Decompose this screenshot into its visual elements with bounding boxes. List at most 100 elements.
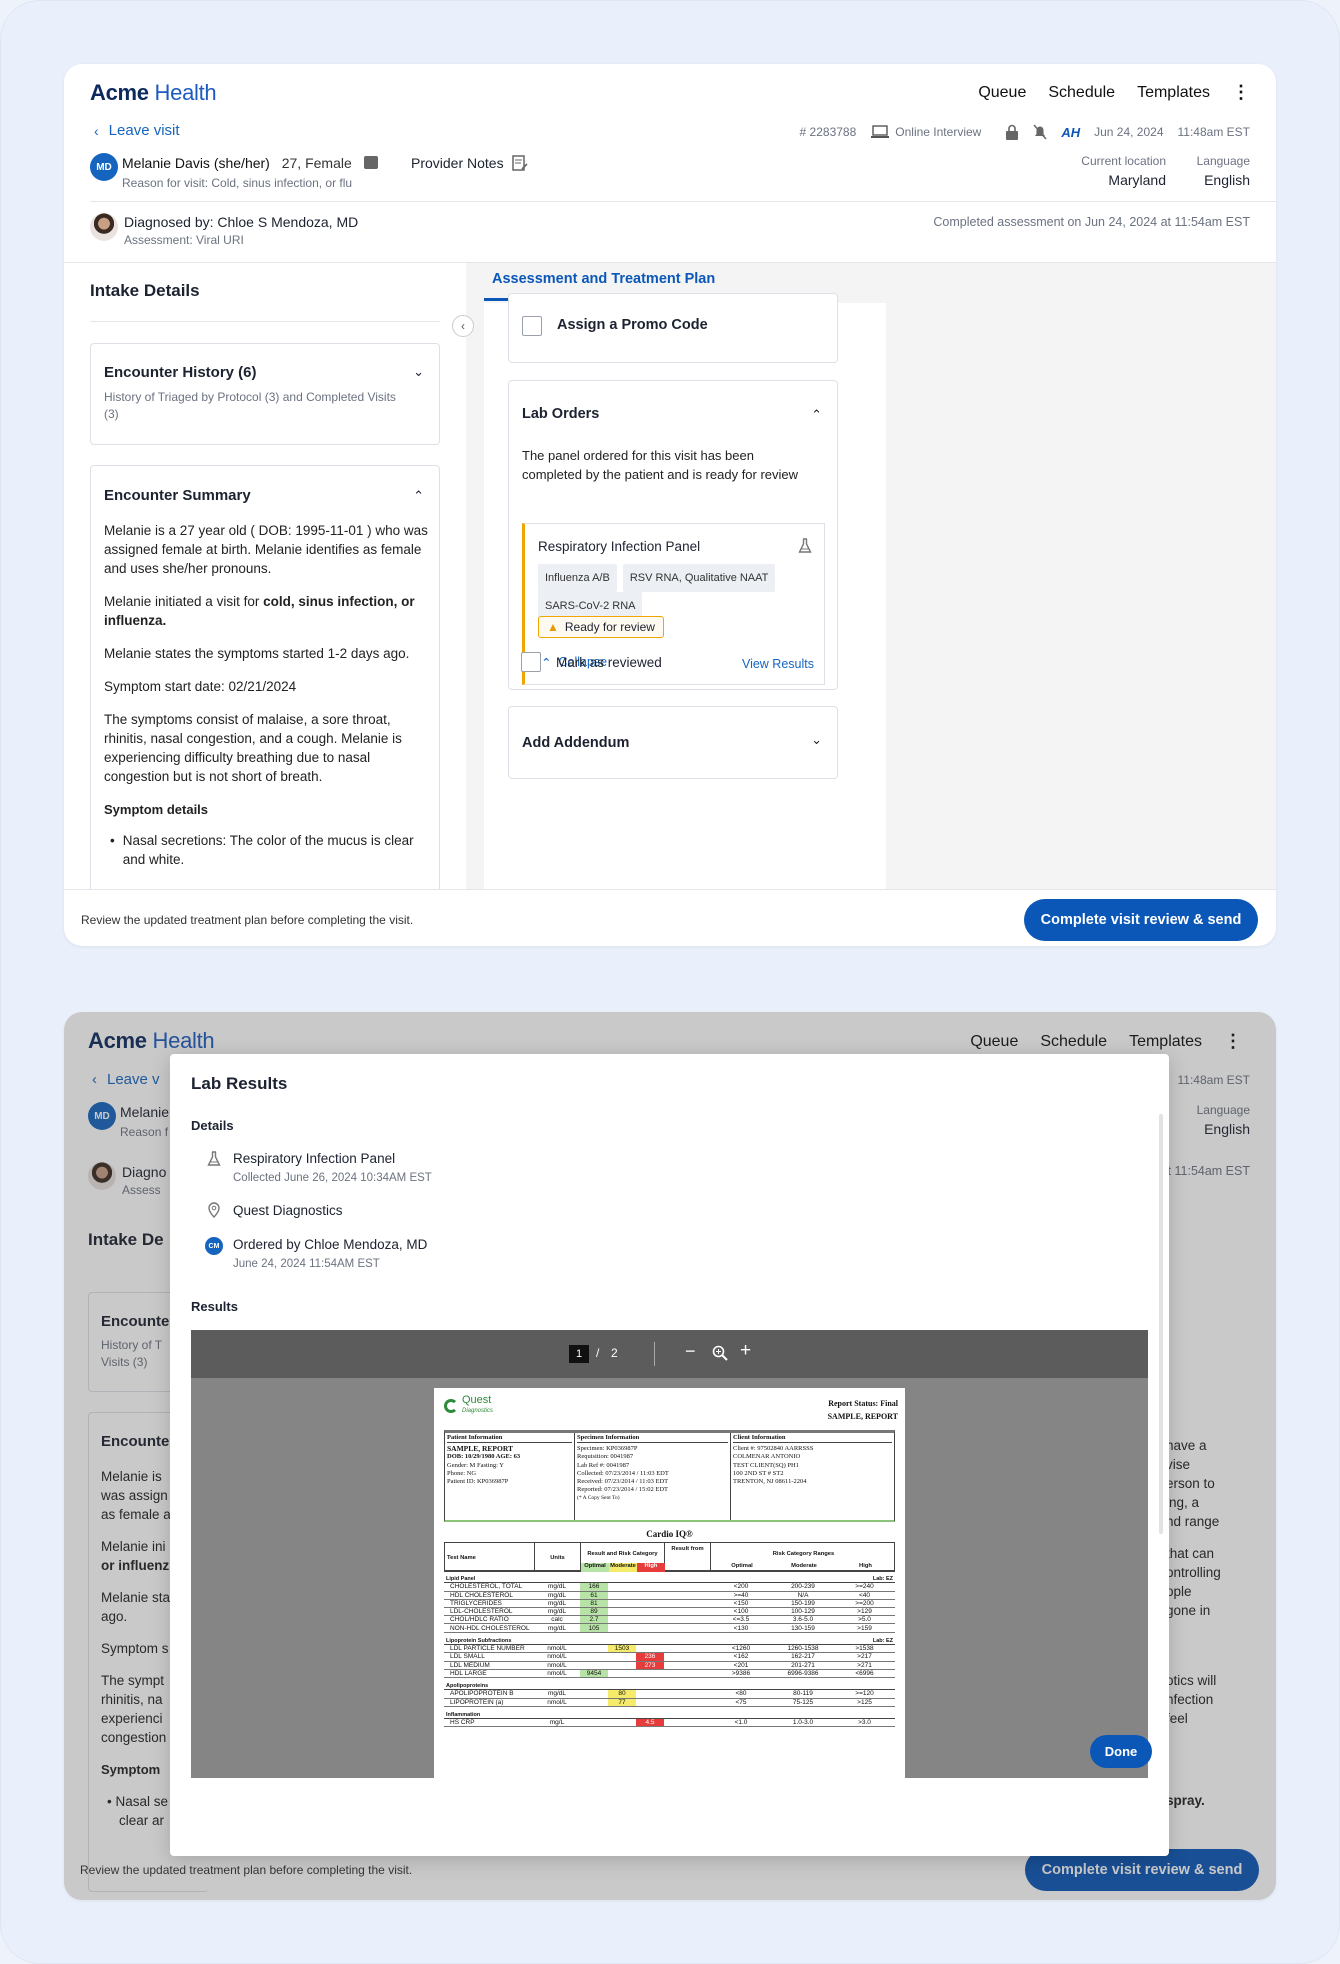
- quest-logo: Quest Diagnostics: [444, 1395, 493, 1415]
- zoom-out-icon[interactable]: −: [685, 1341, 696, 1362]
- column-divider: [466, 263, 484, 889]
- current-location: Current location Maryland: [1081, 154, 1166, 188]
- report-info-box: Patient Information SAMPLE, REPORT DOB: 1…: [444, 1430, 895, 1522]
- encounter-history-panel[interactable]: Encounter History (6) ⌄ History of Triag…: [90, 343, 440, 445]
- nav-schedule[interactable]: Schedule: [1048, 84, 1115, 102]
- modal-title: Lab Results: [191, 1074, 288, 1093]
- notes-icon: [511, 155, 528, 171]
- doctor-avatar: [90, 213, 118, 241]
- interview-type: Online Interview: [870, 125, 981, 139]
- intake-column: Intake Details Encounter History (6) ⌄ H…: [64, 263, 464, 889]
- lab-result-row: HDL LARGE nmol/L 9454 >9386 6996-9386 <6996: [444, 1669, 895, 1678]
- diagnosed-by: Diagnosed by: Chloe S Mendoza, MD: [124, 214, 359, 230]
- done-button[interactable]: Done: [1090, 1735, 1152, 1768]
- lab-result-row: HS CRP mg/L 4.5 <1.0 1.0-3.0 >3.0: [444, 1718, 895, 1728]
- zoom-in-icon[interactable]: +: [740, 1340, 751, 1362]
- promo-checkbox[interactable]: [522, 316, 542, 336]
- zoom-fit-icon[interactable]: [712, 1345, 728, 1361]
- lab-result-row: APOLIPOPROTEIN Bmg/dL 80 <80 80-119 >=120: [444, 1689, 895, 1699]
- pdf-toolbar: 1 / 2 − +: [191, 1330, 1148, 1378]
- encounter-summary-panel: Encounter Summary ⌃ Melanie is a 27 year…: [90, 465, 440, 889]
- patient-name: Melanie Davis (she/her): [122, 155, 270, 171]
- mark-reviewed-label: Mark as reviewed: [556, 655, 662, 670]
- results-table-header: Test Name Units Result and Risk Category…: [444, 1542, 895, 1572]
- promo-code-panel: Assign a Promo Code: [508, 293, 838, 363]
- lab-result-row: LIPOPROTEIN (a) nmol/L 77 <75 75-125 >125: [444, 1698, 895, 1707]
- case-number: # 2283788: [799, 125, 857, 139]
- visit-meta: # 2283788 Online Interview AH Jun 24, 20…: [800, 124, 1250, 140]
- page-number-input[interactable]: 1: [569, 1345, 589, 1363]
- orderer-avatar: CM: [205, 1237, 223, 1255]
- visit-review-screen: Acme Health Queue Schedule Templates ⋮ ‹…: [64, 64, 1276, 946]
- lab-report-page: Quest Diagnostics Report Status: Final SAM…: [434, 1388, 905, 1778]
- visit-reason: Reason for visit: Cold, sinus infection,…: [122, 176, 353, 190]
- lab-result-row: LDL SMALL nmol/L 236 <162 162-217 >217: [444, 1652, 895, 1662]
- leave-visit-link[interactable]: ‹ Leave visit: [94, 122, 180, 139]
- complete-visit-button[interactable]: Complete visit review & send: [1024, 899, 1258, 941]
- mark-reviewed-checkbox[interactable]: [521, 652, 541, 672]
- patient-avatar: MD: [90, 153, 118, 181]
- completed-timestamp: Completed assessment on Jun 24, 2024 at …: [933, 215, 1250, 229]
- lab-result-row: HDL CHOLESTEROL mg/dL 61 >=40 N/A <40: [444, 1591, 895, 1600]
- report-section: Lipoprotein Subfractions Lab: EZ: [444, 1637, 895, 1645]
- results-heading: Results: [191, 1299, 238, 1314]
- chevron-up-icon[interactable]: ⌃: [413, 488, 424, 504]
- chevron-down-icon[interactable]: ⌄: [413, 364, 424, 380]
- chevron-down-icon[interactable]: ⌄: [811, 732, 822, 748]
- lab-results-modal: Lab Results Details Respiratory Infectio…: [170, 1054, 1169, 1856]
- visit-date: Jun 24, 2024: [1094, 125, 1164, 139]
- lab-name: Quest Diagnostics: [233, 1203, 343, 1218]
- ah-badge: AH: [1061, 124, 1081, 140]
- brand-logo: Acme Health: [90, 80, 217, 105]
- lab-result-row: LDL-CHOLESTEROL mg/dL 89 <100 100-129 >129: [444, 1607, 895, 1617]
- panel-name: Respiratory Infection Panel: [233, 1151, 396, 1166]
- test-tag: RSV RNA, Qualitative NAAT: [622, 564, 776, 592]
- details-heading: Details: [191, 1118, 234, 1133]
- pdf-viewer[interactable]: Quest Diagnostics Report Status: Final SAM…: [191, 1378, 1148, 1778]
- collected-date: Collected June 26, 2024 10:34AM EST: [233, 1172, 432, 1184]
- chevron-up-icon[interactable]: ⌃: [811, 407, 822, 423]
- lab-result-row: CHOL/HDLC RATIO calc 2.7 <=3.5 3.6-5.0 >5.0: [444, 1615, 895, 1625]
- ordered-by: Ordered by Chloe Mendoza, MD: [233, 1237, 428, 1252]
- chevron-left-icon: ‹: [94, 122, 99, 139]
- laptop-icon: [871, 125, 890, 138]
- test-tag: Influenza A/B: [538, 564, 617, 592]
- report-section-title: Cardio IQ®: [646, 1529, 693, 1539]
- page-total: 2: [611, 1346, 618, 1360]
- scrollbar[interactable]: [1159, 1114, 1163, 1534]
- lab-result-row: CHOLESTEROL, TOTAL mg/dL 166 <200 200-239 >=2…: [444, 1583, 895, 1592]
- visit-time: 11:48am EST: [1177, 125, 1250, 139]
- view-results-link[interactable]: View Results: [742, 657, 814, 671]
- patient-header: Melanie Davis (she/her) 27, Female: [122, 155, 378, 171]
- ready-for-review-badge: ▲ Ready for review: [538, 616, 664, 638]
- ordered-date: June 24, 2024 11:54AM EST: [233, 1258, 380, 1270]
- lab-result-row: LDL MEDIUM nmol/L 273 <201 201-271 >271: [444, 1661, 895, 1670]
- report-section: Lipid Panel Lab: EZ: [444, 1576, 895, 1583]
- add-addendum-panel[interactable]: Add Addendum ⌄: [508, 706, 838, 779]
- profile-card-icon[interactable]: [363, 156, 378, 169]
- bell-off-icon[interactable]: [1033, 124, 1047, 140]
- report-section: Inflammation: [444, 1712, 895, 1719]
- nav-templates[interactable]: Templates: [1137, 84, 1210, 102]
- chevron-up-icon: ⌃: [541, 656, 552, 670]
- intake-title: Intake Details: [90, 281, 200, 300]
- top-nav: Queue Schedule Templates ⋮: [978, 82, 1250, 103]
- flask-icon: [798, 538, 812, 553]
- results-table-body: Lipid Panel Lab: EZ CHOLESTEROL, TOTAL mg/d…: [444, 1576, 895, 1728]
- lock-icon: [1006, 124, 1019, 140]
- warning-icon: ▲: [547, 620, 559, 634]
- footer-message: Review the updated treatment plan before…: [81, 913, 414, 927]
- lab-panel-name: Respiratory Infection Panel: [538, 539, 701, 554]
- nav-queue[interactable]: Queue: [978, 84, 1026, 102]
- lab-result-row: LDL PARTICLE NUMBER nmol/L 1503 <1260 1260-1…: [444, 1644, 895, 1654]
- lab-orders-panel: Lab Orders ⌃ The panel ordered for this …: [508, 380, 838, 690]
- lab-result-row: NON-HDL CHOLESTEROL mg/dL 105 <130 130-159 >1…: [444, 1623, 895, 1633]
- provider-notes-button[interactable]: Provider Notes: [411, 155, 528, 171]
- location-pin-icon: [208, 1202, 220, 1218]
- flask-icon: [207, 1151, 221, 1166]
- plan-column: Assessment and Treatment Plan Assign a P…: [484, 263, 1276, 889]
- more-vertical-icon[interactable]: ⋮: [1232, 82, 1250, 103]
- collapse-panel-button[interactable]: ‹: [452, 315, 474, 337]
- report-section: Apolipoproteins: [444, 1683, 895, 1690]
- lab-result-row: TRIGLYCERIDES mg/dL 81 <150 150-199 >=200: [444, 1599, 895, 1609]
